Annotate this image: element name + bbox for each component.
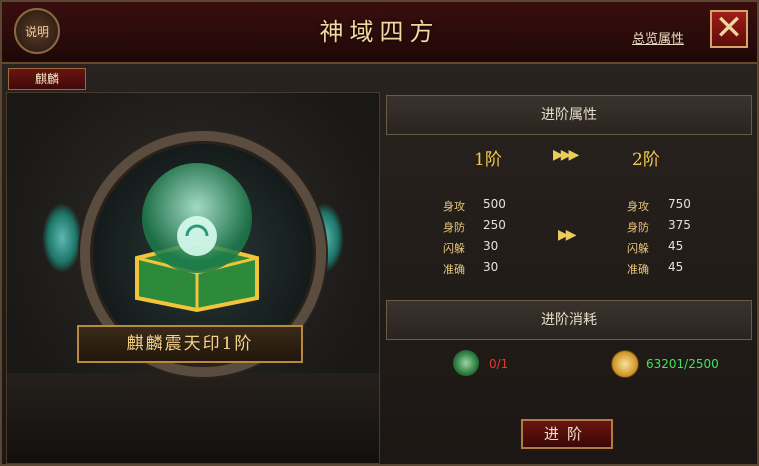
stat-arrow-icon: ▶▶ bbox=[558, 227, 576, 243]
dragon-token-cost: 0/1 bbox=[489, 357, 509, 371]
stat-name: 身攻 bbox=[627, 200, 649, 213]
stat-name: 闪躲 bbox=[627, 242, 649, 255]
stat-value: 45 bbox=[668, 260, 684, 274]
stat-name: 闪躲 bbox=[443, 242, 465, 255]
stat-name: 身防 bbox=[443, 221, 465, 234]
advance-button[interactable]: 进阶 bbox=[521, 419, 613, 449]
artifact-display-panel: 麒麟震天印1阶 bbox=[6, 92, 380, 464]
altar-base bbox=[7, 373, 379, 463]
advance-attributes-header: 进阶属性 bbox=[386, 95, 752, 135]
dragon-token-icon bbox=[453, 350, 479, 376]
next-level: 2阶 bbox=[632, 150, 660, 170]
overview-link[interactable]: 总览属性 bbox=[632, 28, 684, 47]
left-flame-decoration bbox=[42, 203, 82, 273]
gold-coin-cost: 63201/2500 bbox=[646, 357, 719, 371]
stat-value: 250 bbox=[483, 218, 506, 232]
stat-value: 30 bbox=[483, 260, 499, 274]
stat-name: 准确 bbox=[627, 263, 649, 276]
close-icon: ✕ bbox=[714, 8, 744, 48]
stat-value: 500 bbox=[483, 197, 506, 211]
stat-name: 身防 bbox=[627, 221, 649, 234]
tab-qilin[interactable]: 麒麟 bbox=[8, 68, 86, 90]
advance-cost-header: 进阶消耗 bbox=[386, 300, 752, 340]
stat-value: 750 bbox=[668, 197, 691, 211]
current-level: 1阶 bbox=[474, 150, 502, 170]
artifact-name-bar: 麒麟震天印1阶 bbox=[77, 325, 303, 363]
stat-value: 30 bbox=[483, 239, 499, 253]
stat-name: 准确 bbox=[443, 263, 465, 276]
stat-value: 375 bbox=[668, 218, 691, 232]
stat-name: 身攻 bbox=[443, 200, 465, 213]
level-arrow-icon: ▶▶▶ bbox=[553, 147, 579, 163]
gold-coin-icon bbox=[611, 350, 639, 378]
stat-value: 45 bbox=[668, 239, 684, 253]
qilin-seal-artifact-icon bbox=[135, 163, 259, 313]
close-button[interactable]: ✕ bbox=[710, 10, 748, 48]
